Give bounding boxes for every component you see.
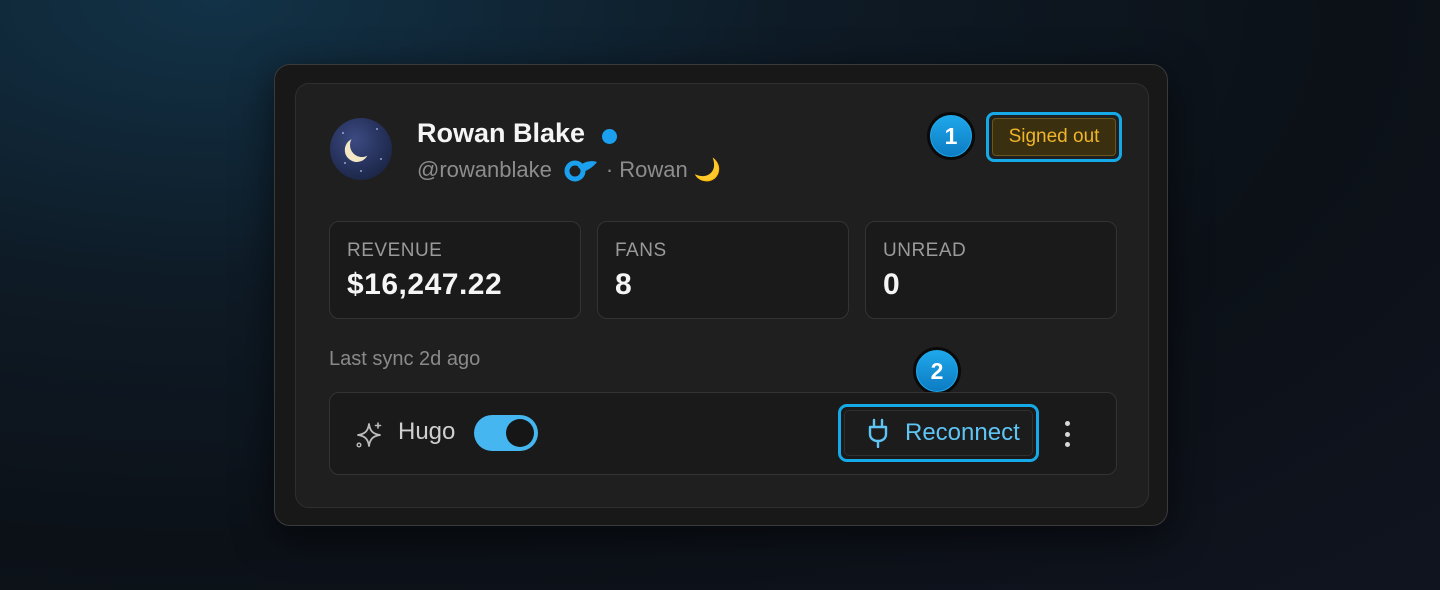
account-card-inner: Rowan Blake @rowanblake · Rowan 🌙 1 Sign… xyxy=(295,83,1149,508)
stat-value: $16,247.22 xyxy=(347,268,503,301)
stat-value: 8 xyxy=(615,268,633,301)
signed-out-label: Signed out xyxy=(992,118,1116,156)
plug-icon xyxy=(868,418,888,448)
account-card: Rowan Blake @rowanblake · Rowan 🌙 1 Sign… xyxy=(274,64,1168,526)
platform-logo-icon xyxy=(564,160,597,182)
assistant-toggle[interactable] xyxy=(474,415,538,451)
account-name: Rowan Blake xyxy=(417,118,586,148)
stat-unread: UNREAD 0 xyxy=(865,221,1117,319)
handle-row: @rowanblake · Rowan 🌙 xyxy=(417,157,721,183)
avatar[interactable] xyxy=(330,118,392,180)
stat-label: REVENUE xyxy=(347,240,443,261)
display-name-suffix: · Rowan 🌙 xyxy=(605,157,722,182)
step-marker-2: 2 xyxy=(913,347,961,395)
stat-label: UNREAD xyxy=(883,240,967,261)
toggle-knob xyxy=(506,419,534,447)
stat-fans: FANS 8 xyxy=(597,221,849,319)
actions-bar: Hugo Reconnect xyxy=(329,392,1117,475)
signed-out-badge[interactable]: Signed out xyxy=(986,112,1122,162)
stat-revenue: REVENUE $16,247.22 xyxy=(329,221,581,319)
stat-label: FANS xyxy=(615,240,667,261)
sparkle-icon xyxy=(356,422,382,448)
reconnect-label: Reconnect xyxy=(905,419,1020,446)
reconnect-button[interactable]: Reconnect xyxy=(838,404,1039,462)
assistant-label: Hugo xyxy=(398,418,456,445)
moon-icon xyxy=(348,131,376,159)
stat-value: 0 xyxy=(883,268,901,301)
online-status-dot xyxy=(602,129,617,144)
last-sync-text: Last sync 2d ago xyxy=(329,348,481,370)
step-marker-1: 1 xyxy=(927,112,975,160)
more-options-icon[interactable] xyxy=(1055,419,1079,449)
account-handle: @rowanblake xyxy=(417,157,552,182)
reconnect-button-body[interactable]: Reconnect xyxy=(844,410,1033,456)
